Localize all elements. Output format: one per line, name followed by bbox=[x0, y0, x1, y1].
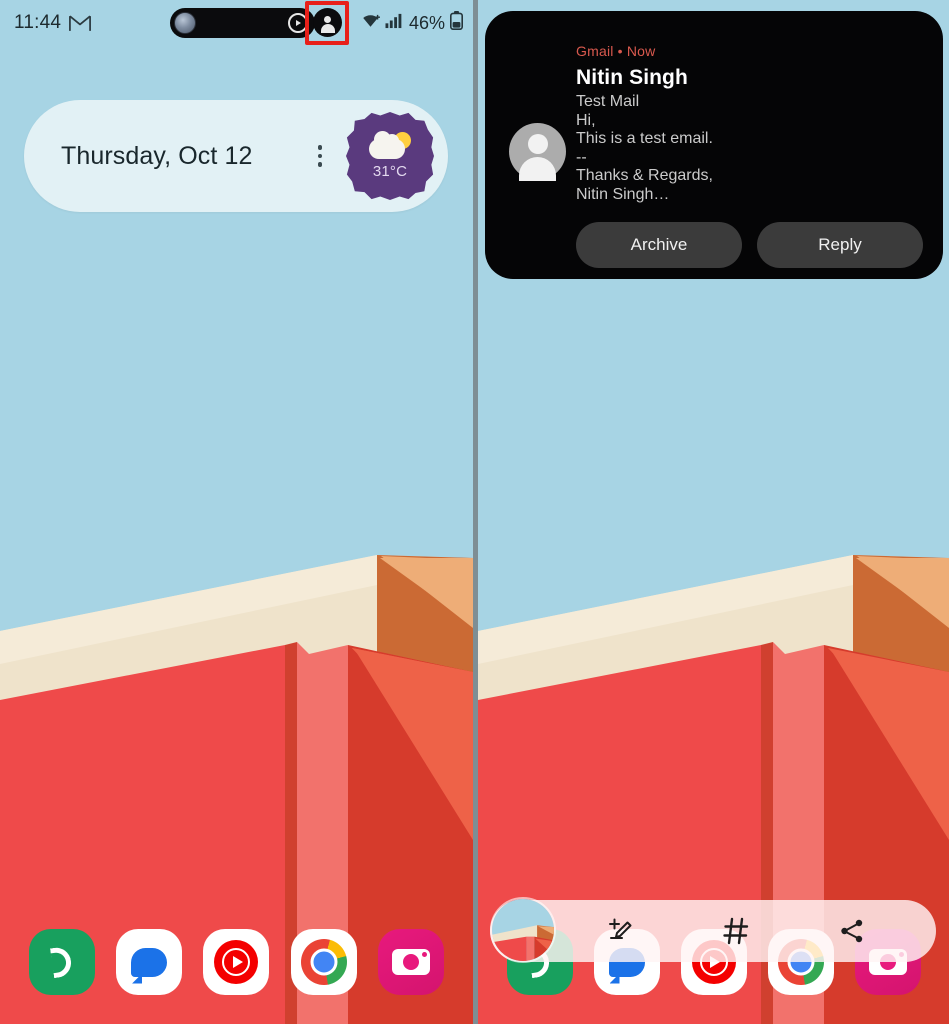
screenshot-toolbar-buttons bbox=[556, 909, 936, 953]
home-screen-dock bbox=[0, 924, 473, 1000]
weather-temperature: 31°C bbox=[372, 163, 408, 180]
notification-preview-line: Hi, bbox=[576, 111, 596, 129]
phone-app-icon[interactable] bbox=[28, 929, 95, 995]
notification-app-and-time: Gmail • Now bbox=[576, 43, 656, 59]
screenshot-toolbar bbox=[490, 897, 936, 963]
camera-app-icon[interactable] bbox=[378, 929, 445, 995]
notification-subject: Test Mail bbox=[576, 93, 640, 110]
comparison-screenshot-sheet: 11:44 46% Thursday, Oct 12 31°C Gmail • … bbox=[0, 0, 949, 1024]
notification-content: Gmail • Now Nitin Singh Test Mail Hi, Th… bbox=[576, 31, 925, 279]
notification-sender: Nitin Singh bbox=[576, 66, 688, 89]
notification-actions: Archive Reply bbox=[576, 222, 925, 269]
chrome-app-icon[interactable] bbox=[290, 929, 357, 995]
glance-date-label: Thursday, Oct 12 bbox=[61, 141, 253, 170]
right-phone-screenshot: Gmail • Now Nitin Singh Test Mail Hi, Th… bbox=[478, 0, 949, 1024]
status-bar-clock: 11:44 bbox=[14, 12, 62, 33]
screenshot-thumbnail[interactable] bbox=[490, 897, 556, 963]
markup-edit-icon[interactable] bbox=[598, 909, 642, 953]
weather-widget[interactable]: 31°C bbox=[346, 112, 434, 200]
contact-avatar-icon bbox=[509, 123, 566, 181]
reply-action-button[interactable]: Reply bbox=[757, 222, 923, 269]
notification-preview-line: Nitin Singh… bbox=[576, 185, 670, 203]
notification-preview-line: Thanks & Regards, bbox=[576, 167, 713, 185]
messages-app-icon[interactable] bbox=[116, 929, 183, 995]
archive-action-button[interactable]: Archive bbox=[576, 222, 742, 269]
at-a-glance-widget[interactable]: Thursday, Oct 12 31°C bbox=[24, 100, 448, 212]
notification-preview-line: -- bbox=[576, 148, 587, 166]
notification-preview-line: This is a test email. bbox=[576, 130, 713, 148]
gmail-notification-card[interactable]: Gmail • Now Nitin Singh Test Mail Hi, Th… bbox=[485, 11, 943, 279]
share-icon[interactable] bbox=[830, 909, 874, 953]
youtube-music-app-icon[interactable] bbox=[203, 929, 270, 995]
kebab-menu-icon[interactable] bbox=[308, 145, 332, 167]
status-bar: 11:44 bbox=[0, 0, 473, 46]
gmail-icon bbox=[69, 14, 92, 32]
partly-cloudy-icon bbox=[366, 131, 414, 162]
cloud-icon bbox=[369, 131, 405, 159]
left-phone-screenshot: 11:44 46% Thursday, Oct 12 31°C bbox=[0, 0, 473, 1024]
hash-icon[interactable] bbox=[714, 909, 758, 953]
